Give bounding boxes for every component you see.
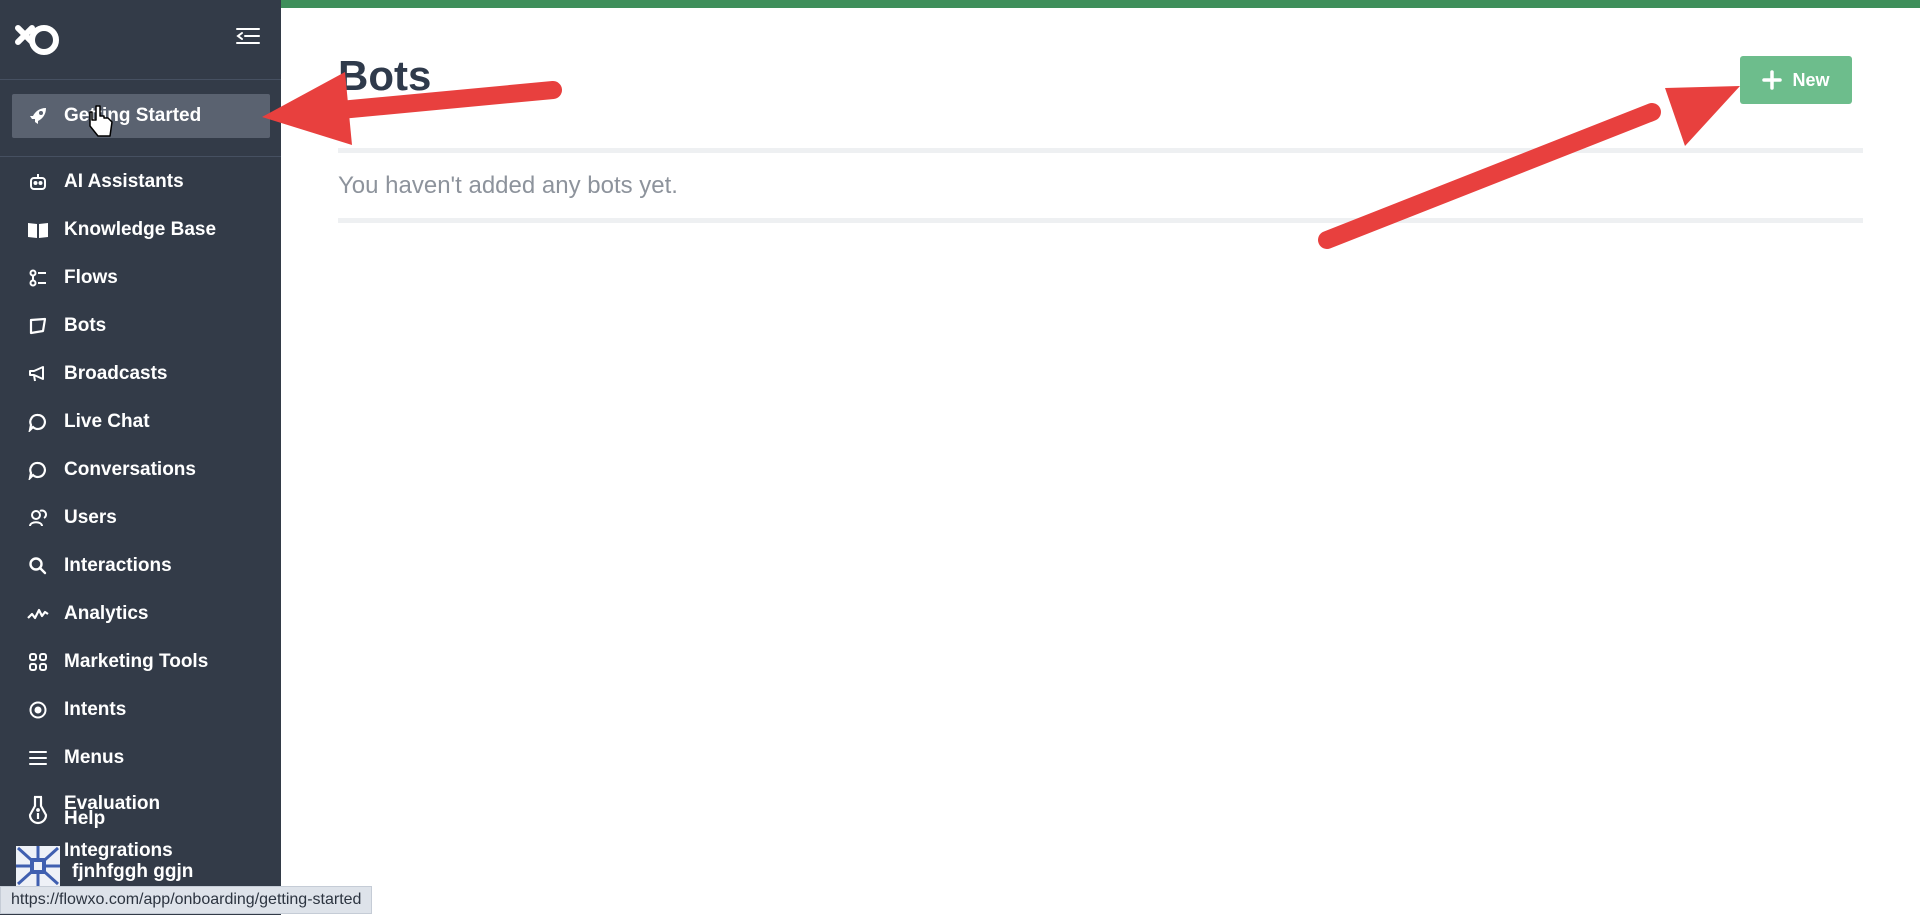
sidebar-item-live-chat[interactable]: Live Chat [12,400,270,444]
new-bot-button[interactable]: New [1740,56,1852,104]
sidebar-item-users[interactable]: Users [12,496,270,540]
sidebar-item-interactions[interactable]: Interactions [12,544,270,588]
users-icon [26,506,50,530]
top-accent-bar [281,0,1920,8]
sidebar-item-label: Broadcasts [64,363,168,384]
sidebar-item-getting-started[interactable]: Getting Started [12,94,270,138]
flowxo-logo[interactable] [14,20,62,60]
app: Getting Started AI Assistants Knowledge … [0,0,1920,915]
sidebar-item-label: Marketing Tools [64,651,209,672]
annotation-arrow-right [1318,86,1740,249]
sidebar: Getting Started AI Assistants Knowledge … [0,0,281,915]
rocket-icon [26,104,50,128]
sidebar-item-broadcasts[interactable]: Broadcasts [12,352,270,396]
annotation-overlay [89,72,1740,249]
sidebar-item-integrations[interactable]: Integrations [64,840,173,862]
menu-lines-icon [26,746,50,770]
search-icon [26,554,50,578]
flask-icon [26,795,50,825]
sidebar-divider [0,79,281,80]
intents-icon [26,698,50,722]
sidebar-item-label: Bots [64,315,107,336]
robot-icon [26,170,50,194]
user-name[interactable]: fjnhfggh ggjn [72,861,193,883]
avatar[interactable] [16,846,60,886]
sidebar-item-label: Menus [64,747,125,768]
browser-status-url: https://flowxo.com/app/onboarding/gettin… [0,886,373,914]
sidebar-item-label: Getting Started [64,105,202,126]
sidebar-item-label: Analytics [64,603,149,624]
chat-bubble-icon [26,410,50,434]
sidebar-item-analytics[interactable]: Analytics [12,592,270,636]
sidebar-item-help[interactable]: Help [64,808,105,830]
sidebar-item-conversations[interactable]: Conversations [12,448,270,492]
sidebar-item-label: Flows [64,267,118,288]
bots-icon [26,314,50,338]
list-bottom-divider [338,218,1863,223]
sidebar-item-label: Live Chat [64,411,150,432]
flows-icon [26,266,50,290]
sidebar-item-menus[interactable]: Menus [12,736,270,780]
sidebar-item-bots[interactable]: Bots [12,304,270,348]
sidebar-divider [0,156,281,157]
grid-icon [26,650,50,674]
new-button-label: New [1792,69,1830,90]
book-icon [26,218,50,242]
collapse-menu-icon[interactable] [232,22,264,50]
sidebar-item-label: Conversations [64,459,196,480]
chat-bubble-icon [26,458,50,482]
megaphone-icon [26,362,50,386]
sidebar-item-label: Interactions [64,555,172,576]
sidebar-item-intents[interactable]: Intents [12,688,270,732]
sidebar-item-evaluation[interactable]: Evaluation [12,790,270,830]
list-top-divider [338,148,1863,153]
sidebar-item-knowledge-base[interactable]: Knowledge Base [12,208,270,252]
sidebar-item-label: Knowledge Base [64,219,217,240]
sidebar-item-label: Users [64,507,117,528]
plus-icon [1762,70,1783,90]
sidebar-item-label: AI Assistants [64,171,184,192]
analytics-icon [26,602,50,626]
sidebar-item-flows[interactable]: Flows [12,256,270,300]
sidebar-item-marketing-tools[interactable]: Marketing Tools [12,640,270,684]
sidebar-item-label: Intents [64,699,127,720]
sidebar-item-ai-assistants[interactable]: AI Assistants [12,160,270,204]
page-title: Bots [338,52,432,99]
empty-state-message: You haven't added any bots yet. [338,172,678,199]
